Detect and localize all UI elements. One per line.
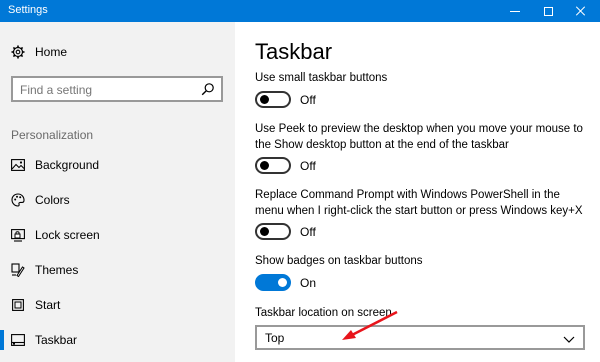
maximize-button[interactable] <box>533 0 563 22</box>
sidebar-item-taskbar[interactable]: Taskbar <box>0 323 235 357</box>
toggle-row-badges: On <box>255 274 316 291</box>
toggle-row-powershell: Off <box>255 223 316 240</box>
sidebar-item-label: Lock screen <box>35 228 100 242</box>
toggle-state-text: Off <box>300 224 316 239</box>
chevron-down-icon <box>563 332 575 344</box>
close-icon <box>576 6 586 16</box>
sidebar-item-lock-screen[interactable]: Lock screen <box>0 218 235 252</box>
badges-toggle[interactable] <box>255 274 291 291</box>
taskbar-location-dropdown[interactable]: Top <box>255 325 585 350</box>
toggle-row-small-buttons: Off <box>255 91 316 108</box>
sidebar: Home Personalization Background Colors L… <box>0 22 235 362</box>
search-input[interactable] <box>20 82 190 97</box>
palette-icon <box>11 193 25 207</box>
search-icon[interactable] <box>201 82 215 96</box>
minimize-icon <box>510 10 520 12</box>
selection-indicator <box>0 330 4 350</box>
setting-label-badges: Show badges on taskbar buttons <box>255 255 423 267</box>
sidebar-item-label: Taskbar <box>35 333 78 347</box>
sidebar-item-background[interactable]: Background <box>0 148 235 182</box>
setting-label-peek: Use Peek to preview the desktop when you… <box>255 123 583 151</box>
toggle-state-text: Off <box>300 92 316 107</box>
powershell-toggle[interactable] <box>255 223 291 240</box>
toggle-knob <box>260 95 269 104</box>
picture-icon <box>11 158 25 172</box>
sidebar-item-label: Colors <box>35 193 70 207</box>
lock-screen-icon <box>11 228 25 242</box>
sidebar-item-label: Background <box>35 158 100 172</box>
brush-icon <box>11 263 25 277</box>
section-title: Personalization <box>11 128 94 142</box>
toggle-row-peek: Off <box>255 157 316 174</box>
toggle-state-text: Off <box>300 158 316 173</box>
sidebar-item-start[interactable]: Start <box>0 288 235 322</box>
start-icon <box>11 298 25 312</box>
home-label: Home <box>35 45 68 59</box>
toggle-knob <box>278 278 287 287</box>
home-nav-item[interactable]: Home <box>11 45 67 59</box>
toggle-state-text: On <box>300 275 317 290</box>
setting-label-small-buttons: Use small taskbar buttons <box>255 72 388 84</box>
search-box[interactable] <box>11 76 223 102</box>
annotation-arrow-icon <box>342 310 398 340</box>
toggle-knob <box>260 227 269 236</box>
toggle-knob <box>260 161 269 170</box>
gear-icon <box>11 45 25 59</box>
main-content: Taskbar Use small taskbar buttons Off Us… <box>235 22 600 362</box>
taskbar-icon <box>11 333 25 347</box>
minimize-button[interactable] <box>500 0 530 22</box>
dropdown-value: Top <box>265 331 285 345</box>
page-title: Taskbar <box>255 39 333 64</box>
sidebar-item-label: Start <box>35 298 61 312</box>
sidebar-item-colors[interactable]: Colors <box>0 183 235 217</box>
maximize-icon <box>543 6 553 16</box>
title-bar: Settings <box>0 0 600 22</box>
small-buttons-toggle[interactable] <box>255 91 291 108</box>
peek-toggle[interactable] <box>255 157 291 174</box>
close-button[interactable] <box>566 0 596 22</box>
sidebar-item-themes[interactable]: Themes <box>0 253 235 287</box>
window-title: Settings <box>8 4 48 16</box>
sidebar-item-label: Themes <box>35 263 79 277</box>
setting-label-powershell: Replace Command Prompt with Windows Powe… <box>255 189 583 217</box>
location-label: Taskbar location on screen <box>255 307 392 319</box>
